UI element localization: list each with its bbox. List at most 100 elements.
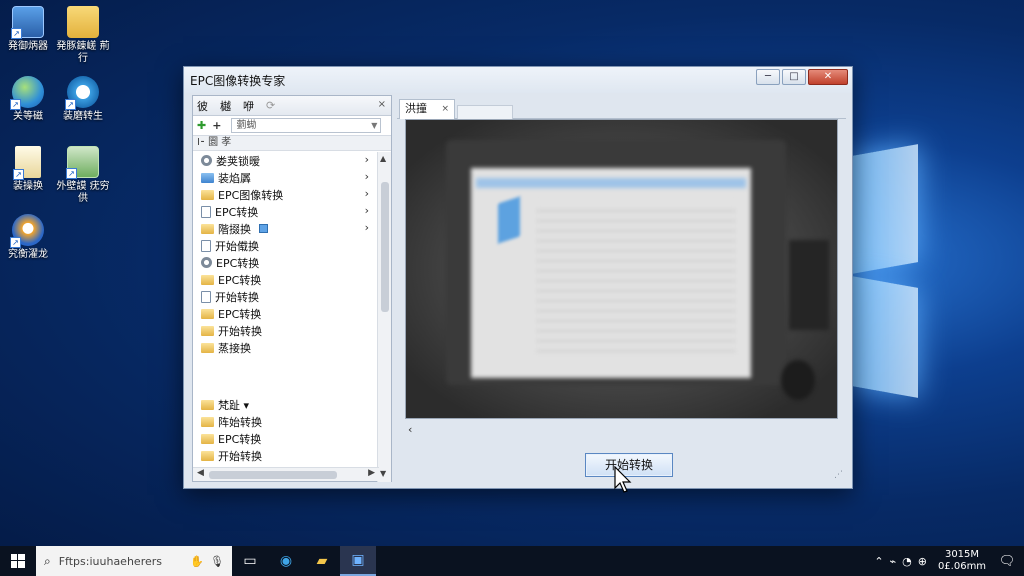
scroll-thumb[interactable] xyxy=(381,182,389,312)
task-view-button[interactable]: ▭ xyxy=(232,546,268,576)
edge-taskbar-icon[interactable]: ◉ xyxy=(268,546,304,576)
list-item[interactable]: 梵趾 ▾ xyxy=(193,396,379,413)
desktop-icon-folder[interactable]: 発豚錬嵯 荊行 xyxy=(55,6,111,65)
list-item[interactable]: 階掇换 › xyxy=(193,220,379,237)
list-item[interactable]: 开始转换 xyxy=(193,288,379,305)
desktop-icon-computer[interactable]: ↗ 発御炳器 xyxy=(0,6,56,53)
left-tab-1[interactable]: 彼 xyxy=(197,98,208,114)
add-icon[interactable]: + xyxy=(212,119,221,132)
system-tray: ⌃ ⌁ ◔ ⊕ 3015M 0£.06mm 🗨 xyxy=(871,546,1024,576)
desktop-icon-ie[interactable]: ↗ 装磨转生 xyxy=(55,76,111,123)
folder-icon xyxy=(201,399,214,410)
list-item[interactable]: 开始转换 xyxy=(193,322,379,339)
preview-prev-button[interactable]: ‹ xyxy=(405,423,838,441)
minimize-button[interactable]: ─ xyxy=(756,69,780,85)
list-item-label: 梵趾 ▾ xyxy=(218,398,250,412)
chevron-right-icon[interactable]: › xyxy=(365,170,369,183)
window-title: EPC图像转换专家 xyxy=(190,73,286,88)
title-bar[interactable]: EPC图像转换专家 ─ □ ✕ xyxy=(184,67,852,93)
list-item[interactable]: 娄荚锁暧 › xyxy=(193,152,379,169)
close-pane-icon[interactable]: × xyxy=(378,99,386,110)
chevron-up-icon[interactable]: ⌃ xyxy=(874,555,883,568)
list-item-label: 装焰羼 xyxy=(218,171,251,185)
chevron-right-icon[interactable]: › xyxy=(365,221,369,234)
start-button[interactable] xyxy=(0,546,36,576)
clock-time: 3015M xyxy=(944,549,980,560)
chevron-right-icon[interactable]: › xyxy=(365,204,369,217)
folder-icon xyxy=(201,274,214,285)
close-tab-icon[interactable]: × xyxy=(441,100,449,118)
list-item[interactable]: EPC转换 xyxy=(193,305,379,322)
left-tab-3[interactable]: 咿 xyxy=(243,98,254,114)
scroll-right-icon[interactable]: ▶ xyxy=(368,468,375,478)
list-item-label: EPC转换 xyxy=(218,432,262,446)
file-list: 娄荚锁暧 › 装焰羼 › EPC图像转换 › EPC转换 › 階掇换 › 开始傤换 EPC… xyxy=(193,152,379,463)
left-pane-toolbar: ✚ + 藰蜐 ▼ xyxy=(193,116,391,136)
list-item[interactable]: 开始转换 xyxy=(193,447,379,464)
list-item[interactable]: EPC转换 › xyxy=(193,203,379,220)
desktop-icon-network[interactable]: ↗ 外壁謨 疣穷供 xyxy=(55,146,111,205)
preview-tabstrip: 洪撞 × xyxy=(397,97,846,119)
horizontal-scrollbar[interactable]: ◀ ▶ xyxy=(193,467,379,481)
folder-icon xyxy=(201,308,214,319)
language-icon[interactable]: ⊕ xyxy=(918,555,927,568)
path-combobox[interactable]: 藰蜐 ▼ xyxy=(231,118,382,133)
tab-empty[interactable] xyxy=(457,105,513,119)
scroll-down-icon[interactable]: ▼ xyxy=(380,469,386,478)
list-item[interactable]: 开始傤换 xyxy=(193,237,379,254)
list-item[interactable]: EPC图像转换 › xyxy=(193,186,379,203)
desktop-icon-label: 装操换 xyxy=(13,181,43,192)
windows-logo-wallpaper xyxy=(852,144,922,400)
list-item[interactable]: EPC转换 xyxy=(193,271,379,288)
desktop-icon-label: 究衡濯龙 xyxy=(8,249,48,260)
list-item[interactable]: EPC转换 xyxy=(193,430,379,447)
folder-icon xyxy=(67,6,99,38)
scroll-up-icon[interactable]: ▲ xyxy=(380,154,386,163)
desktop-icon-label: 外壁謨 疣穷供 xyxy=(56,181,110,204)
list-item-label: EPC转换 xyxy=(218,307,262,321)
resize-grip-icon[interactable]: ⋰ xyxy=(834,470,843,480)
vertical-scrollbar[interactable]: ▲ ▼ xyxy=(377,152,391,482)
notification-icon[interactable]: 🗨 xyxy=(990,554,1024,569)
list-item-label: EPC图像转换 xyxy=(218,188,284,202)
search-input[interactable]: Fftps:iuuhaeherers xyxy=(59,555,162,568)
volume-icon[interactable]: ◔ xyxy=(902,555,912,568)
desktop-icon-label: 关等磁 xyxy=(13,111,43,122)
gear-icon xyxy=(201,257,212,268)
file-explorer-icon[interactable]: ▰ xyxy=(304,546,340,576)
refresh-icon[interactable]: ⟳ xyxy=(266,99,275,112)
list-item[interactable]: 阵始转换 xyxy=(193,413,379,430)
close-button[interactable]: ✕ xyxy=(808,69,848,85)
clock[interactable]: 3015M 0£.06mm xyxy=(934,549,990,573)
list-item[interactable]: 装焰羼 › xyxy=(193,169,379,186)
list-item[interactable]: EPC转换 xyxy=(193,254,379,271)
network-icon: ↗ xyxy=(66,146,99,179)
scroll-left-icon[interactable]: ◀ xyxy=(197,468,204,478)
desktop-icon-document[interactable]: ↗ 装操换 xyxy=(0,146,56,193)
folder-icon xyxy=(201,433,214,444)
microphone-icon[interactable]: 🎙 xyxy=(210,555,224,568)
document-icon xyxy=(201,290,211,303)
chevron-right-icon[interactable]: › xyxy=(365,187,369,200)
app-taskbar-icon[interactable]: ▣ xyxy=(340,546,376,576)
desktop-icon-globe[interactable]: ↗ 关等磁 xyxy=(0,76,56,123)
chevron-down-icon[interactable]: ▼ xyxy=(371,119,377,132)
clock-date: 0£.06mm xyxy=(937,561,987,572)
tab-preview[interactable]: 洪撞 × xyxy=(399,99,455,119)
desktop-icon-edge[interactable]: ↗ 究衡濯龙 xyxy=(0,214,56,261)
scroll-thumb[interactable] xyxy=(209,471,337,479)
folder-icon xyxy=(201,325,214,336)
left-tab-2[interactable]: 樾 xyxy=(220,98,231,114)
list-item-label: 开始傤换 xyxy=(215,239,259,253)
list-item[interactable]: 蒸接换 xyxy=(193,339,379,356)
taskbar-search[interactable]: ⌕ Fftps:iuuhaeherers ✋ 🎙 xyxy=(36,546,232,576)
list-item-label: EPC转换 xyxy=(218,273,262,287)
list-item-label: EPC转换 xyxy=(215,205,259,219)
network-tray-icon[interactable]: ⌁ xyxy=(890,555,897,568)
add-green-icon[interactable]: ✚ xyxy=(197,119,206,132)
maximize-button[interactable]: □ xyxy=(782,69,806,85)
left-pane-tabs: 彼 樾 咿 ⟳ × xyxy=(193,96,391,116)
chevron-right-icon[interactable]: › xyxy=(365,153,369,166)
window-controls: ─ □ ✕ xyxy=(756,69,848,85)
